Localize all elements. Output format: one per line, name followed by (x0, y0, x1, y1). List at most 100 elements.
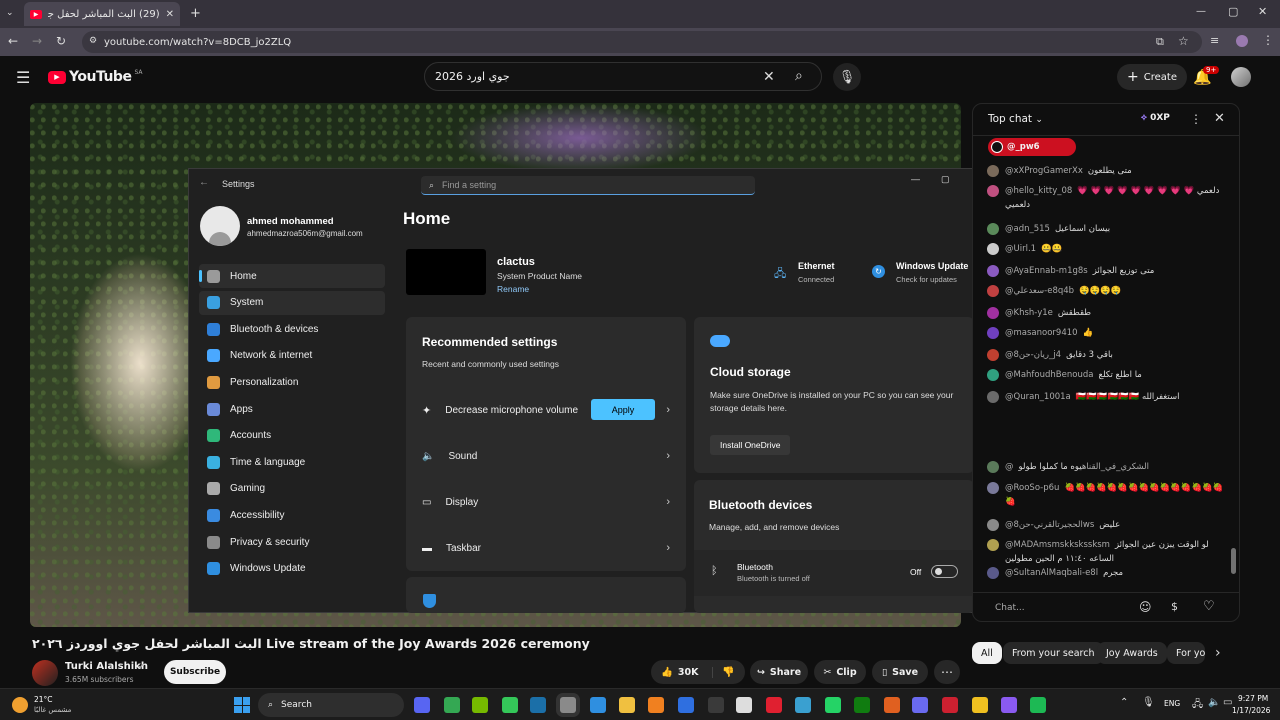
chat-close-icon[interactable]: ✕ (1214, 111, 1225, 126)
settings-minimize-icon[interactable]: — (911, 174, 920, 184)
chrome-icon[interactable] (444, 697, 460, 713)
chat-username[interactable]: @MahfoudhBenouda (1005, 370, 1093, 380)
clock-date[interactable]: 1/17/2026 (1232, 706, 1270, 715)
channel-name[interactable]: Turki Alalshikh (65, 661, 148, 672)
subscribe-button[interactable]: Subscribe (164, 660, 226, 684)
chat-avatar[interactable] (987, 185, 999, 197)
settings-nav-gaming[interactable]: Gaming (199, 477, 385, 501)
photos-icon[interactable] (795, 697, 811, 713)
chat-avatar[interactable] (987, 307, 999, 319)
settings-nav-accounts[interactable]: Accounts (199, 424, 385, 448)
user-avatar[interactable] (200, 206, 240, 246)
chat-message[interactable]: @xXProgGamerXx متى يطلعون (987, 164, 1227, 178)
chat-username[interactable]: @Khsh-y1e (1005, 308, 1053, 318)
chat-message[interactable]: @Uirl.1 🤐🤐 (987, 242, 1227, 256)
chat-avatar[interactable] (987, 327, 999, 339)
super-chat-icon[interactable]: $ (1171, 600, 1178, 613)
chat-avatar[interactable] (987, 265, 999, 277)
chat-avatar[interactable] (987, 349, 999, 361)
mail-icon[interactable] (884, 697, 900, 713)
chat-username[interactable]: @adn_515 (1005, 224, 1050, 234)
chat-message[interactable]: @AyaEnnab-m1g8s متى توزيع الجوائز (987, 264, 1227, 278)
chip-joy-awards[interactable]: Joy Awards (1097, 642, 1167, 664)
chat-username[interactable]: @RooSo-p6u (1005, 483, 1059, 493)
save-button[interactable]: ▯ Save (872, 660, 928, 684)
pinned-user-chip[interactable]: @_pw6 (988, 138, 1076, 156)
chat-message[interactable]: @RooSo-p6u 🍓🍓🍓🍓🍓🍓🍓🍓🍓🍓🍓🍓🍓🍓🍓🍓 (987, 481, 1227, 509)
chat-input[interactable]: Chat... (995, 603, 1025, 613)
create-button[interactable]: + Create (1117, 64, 1187, 90)
chat-message[interactable]: @MahfoudhBenouda ما اطلع تكلع (987, 368, 1227, 382)
address-bar[interactable]: ⚙ youtube.com/watch?v=8DCB_jo2ZLQ ⧉ ☆ (82, 31, 1202, 53)
chat-message[interactable]: @سعدعلي-e8q4b 🤤🤤🤤🤤 (987, 284, 1227, 298)
settings-nav-apps[interactable]: Apps (199, 397, 385, 421)
chat-message[interactable]: @masanoor9410 👍 (987, 326, 1227, 340)
profile-icon[interactable] (1236, 35, 1248, 47)
chat-avatar[interactable] (987, 223, 999, 235)
chat-message[interactable]: @Quran_1001a 🇴🇲🇴🇲🇴🇲🇴🇲🇴🇲🇴🇲 استغفرالله (987, 390, 1227, 404)
nvidia-icon[interactable] (472, 697, 488, 713)
account-avatar[interactable] (1231, 67, 1251, 87)
close-window-icon[interactable]: ✕ (1258, 5, 1267, 18)
proton-icon[interactable] (1001, 697, 1017, 713)
chat-username[interactable]: @xXProgGamerXx (1005, 166, 1083, 176)
settings-back-icon[interactable]: ← (199, 177, 209, 188)
chat-username[interactable]: @سعدعلي-e8q4b (1005, 286, 1074, 296)
chat-message[interactable]: @MADAmsmskkskssksm لو الوقت يبزن عين الجو… (987, 538, 1227, 566)
network-tray-icon[interactable]: 🖧 (1192, 697, 1203, 714)
reading-list-icon[interactable]: ≡ (1210, 34, 1219, 47)
chip-from-search[interactable]: From your search (1003, 642, 1104, 664)
chat-username[interactable]: @masanoor9410 (1005, 328, 1078, 338)
rec-row-microphone[interactable]: ✦ Decrease microphone volume Apply › (406, 387, 686, 433)
voice-search-icon[interactable]: 🎙 (833, 63, 861, 91)
heart-icon[interactable]: ♡ (1203, 599, 1215, 614)
chat-username[interactable]: @الحجيرتالقرني-حن8ws (1005, 520, 1094, 530)
channel-avatar[interactable] (32, 660, 58, 686)
volume-tray-icon[interactable]: 🔈 (1208, 697, 1220, 708)
chat-avatar[interactable] (987, 285, 999, 297)
new-tab-icon[interactable]: + (190, 6, 201, 21)
edge-icon[interactable] (590, 697, 606, 713)
settings-nav-personalization[interactable]: Personalization (199, 370, 385, 394)
close-tab-icon[interactable]: ✕ (166, 9, 174, 20)
scroll-thumb[interactable] (1231, 548, 1236, 574)
settings-nav-bluetooth-devices[interactable]: Bluetooth & devices (199, 317, 385, 341)
chat-avatar[interactable] (987, 461, 999, 473)
taskbar-search[interactable]: ⌕ Search (258, 693, 404, 717)
play-store-icon[interactable] (502, 697, 518, 713)
chat-username[interactable]: @Quran_1001a (1005, 392, 1071, 402)
opera-icon[interactable] (766, 697, 782, 713)
rec-row-sound[interactable]: 🔈 Sound › (406, 433, 686, 479)
site-info-icon[interactable]: ⚙ (89, 36, 97, 46)
chat-message[interactable]: @hello_kitty_08 💗 💗 دلعمي 💗 💗 💗 💗 💗 💗 💗 د… (987, 184, 1227, 212)
chat-avatar[interactable] (987, 391, 999, 403)
chat-message[interactable]: @الحجيرتالقرني-حن8ws عليض (987, 518, 1227, 532)
maximize-window-icon[interactable]: ▢ (1228, 5, 1238, 18)
chat-username[interactable]: @Uirl.1 (1005, 244, 1036, 254)
weather-icon[interactable] (12, 697, 28, 713)
settings-nav-accessibility[interactable]: Accessibility (199, 503, 385, 527)
chat-username[interactable]: @hello_kitty_08 (1005, 186, 1072, 196)
apply-button[interactable]: Apply (591, 399, 655, 420)
terminal-icon[interactable] (708, 697, 724, 713)
steam-icon[interactable] (530, 697, 546, 713)
file-explorer-icon[interactable] (619, 697, 635, 713)
microphone-tray-icon[interactable]: 🎙 (1142, 697, 1155, 708)
windows-update-title[interactable]: Windows Update (896, 261, 968, 271)
settings-search[interactable]: ⌕ Find a setting (421, 176, 755, 195)
chat-message[interactable]: @الشكري_في_القناهيوه ما كملوا طولو (987, 460, 1227, 474)
chat-avatar[interactable] (987, 567, 999, 579)
chat-avatar[interactable] (987, 519, 999, 531)
chat-username[interactable]: @SultanAlMaqbali-e8l (1005, 568, 1098, 578)
browser-tab-youtube[interactable]: ▶ (29) البث المباشر لحفل جوي أووردز ✕ (24, 2, 180, 26)
like-button[interactable]: 👍 30K (651, 666, 713, 678)
chat-avatar[interactable] (987, 165, 999, 177)
settings-nav-time-language[interactable]: Time & language (199, 450, 385, 474)
amd-icon[interactable] (942, 697, 958, 713)
points-badge[interactable]: ⟡ 0XP (1141, 113, 1170, 123)
top-chat-dropdown[interactable]: Top chat ⌄ (988, 113, 1043, 125)
vlc-icon[interactable] (648, 697, 664, 713)
tab-search-icon[interactable]: ⌄ (6, 8, 14, 18)
chat-avatar[interactable] (987, 539, 999, 551)
share-button[interactable]: ↪ Share (750, 660, 808, 684)
